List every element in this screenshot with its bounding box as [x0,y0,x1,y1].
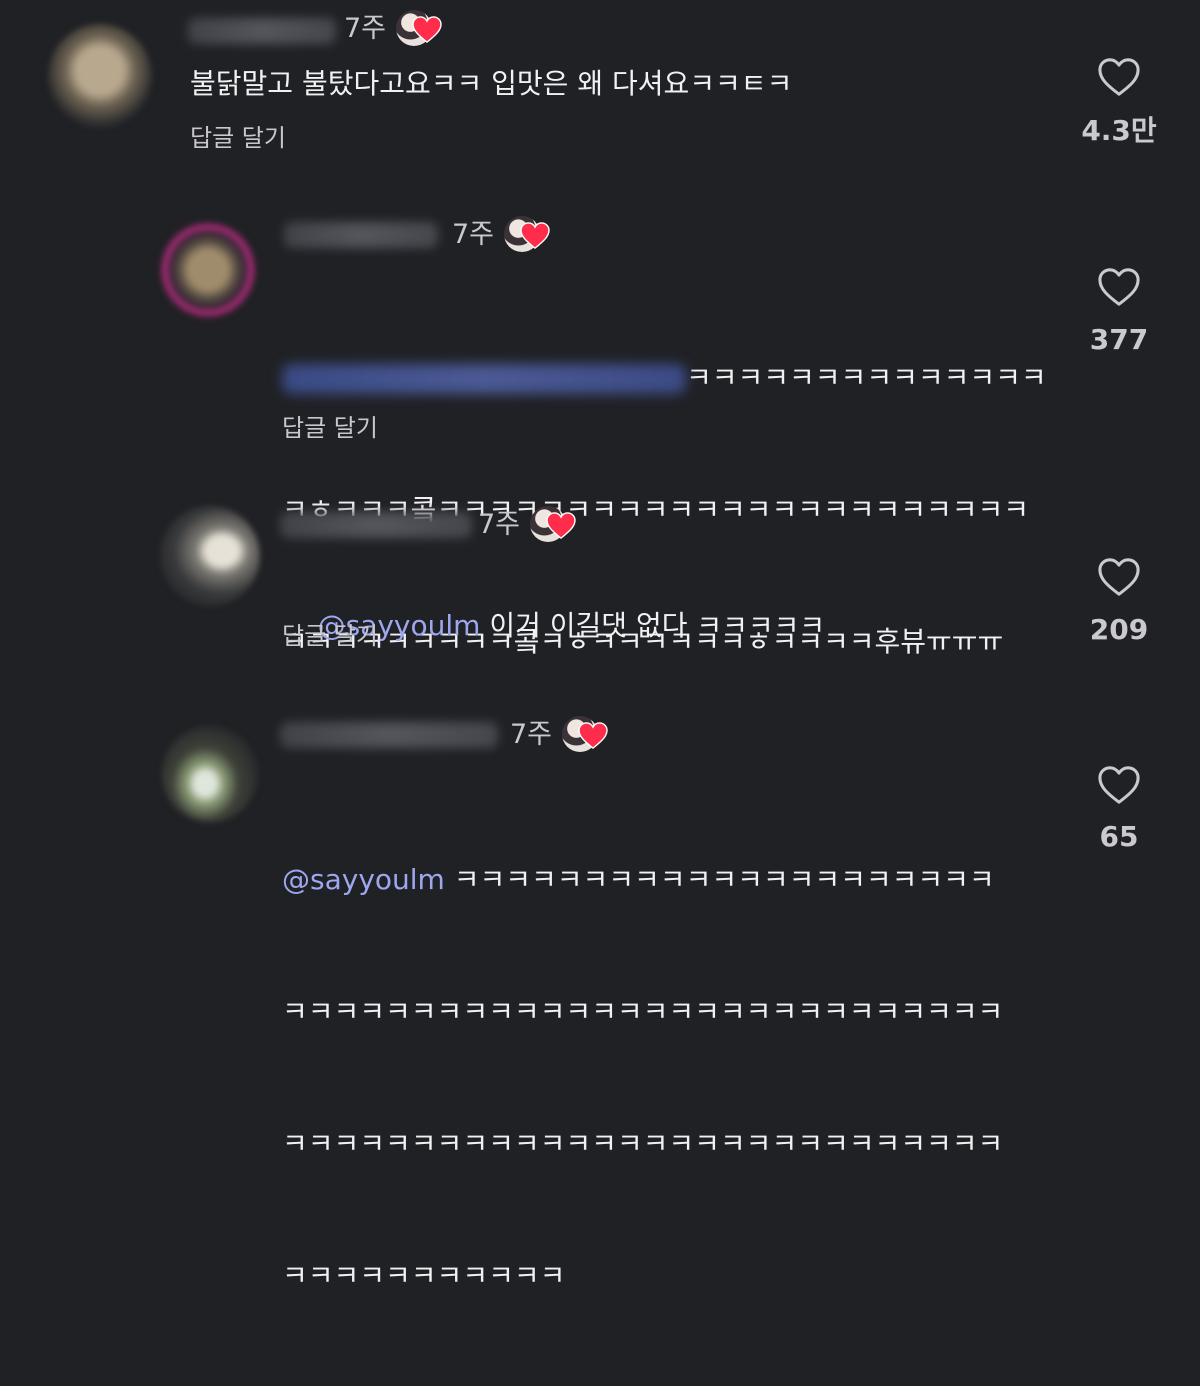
like-count: 4.3만 [1081,114,1157,147]
text-line: ㅋㅋㅋㅋㅋㅋㅋㅋㅋㅋㅋㅋㅋㅋㅋㅋㅋㅋㅋㅋㅋㅋㅋㅋㅋㅋㅋㅋ [282,1127,1004,1160]
avatar[interactable] [162,726,258,822]
text-segment: ㅋㅋㅋㅋㅋㅋㅋㅋㅋㅋㅋㅋㅋㅋ [686,361,1047,394]
text-line: ㅋㅋㅋㅋㅋㅋㅋㅋㅋㅋㅋㅋㅋㅋ [282,356,1047,400]
comment-3: 7주 @sayyoulm 이거 이길댓 없다 ㅋㅋㅋㅋㅋ 답글 달기 209 [0,470,1200,680]
creator-liked-badge [504,216,550,262]
heart-outline-icon[interactable] [1096,56,1142,98]
comment-time: 7주 [510,719,553,750]
comment-time: 7주 [344,13,387,44]
heart-icon [520,222,550,250]
comment-text: 불닭말고 불탔다고요ㅋㅋ 입맛은 왜 다셔요ㅋㅋㅌㅋ [190,67,793,100]
comment-2: 7주 ㅋㅋㅋㅋㅋㅋㅋㅋㅋㅋㅋㅋㅋㅋ ㅋㅎㅋㅋㅋ콬ㅋㅋㅋㅋㅋㅋㅋㅋㅋㅋㅋㅋㅋㅋㅋㅋ… [0,170,1200,658]
avatar[interactable] [160,506,260,606]
username[interactable] [280,722,498,748]
username[interactable] [284,222,438,248]
text-line: ㅋㅋㅋㅋㅋㅋㅋㅋㅋㅋㅋㅋㅋㅋㅋㅋㅋㅋㅋㅋㅋㅋㅋㅋㅋㅋㅋㅋ [282,995,1004,1028]
comment-time: 7주 [478,509,521,540]
heart-icon [412,16,442,44]
creator-liked-badge [396,10,442,56]
heart-icon [546,512,576,540]
text-segment: 이거 이길댓 없다 ㅋㅋㅋㅋㅋ [480,609,826,642]
creator-liked-badge [530,506,576,552]
comment-4: 7주 @sayyoulm ㅋㅋㅋㅋㅋㅋㅋㅋㅋㅋㅋㅋㅋㅋㅋㅋㅋㅋㅋㅋㅋ ㅋㅋㅋㅋㅋ… [0,680,1200,1292]
text-line: ㅋㅋㅋㅋㅋㅋㅋㅋㅋㅋㅋ [282,1259,566,1292]
like-count: 377 [1089,323,1149,356]
like-count: 65 [1099,820,1139,853]
text-line: @sayyoulm ㅋㅋㅋㅋㅋㅋㅋㅋㅋㅋㅋㅋㅋㅋㅋㅋㅋㅋㅋㅋㅋ [282,858,1003,902]
username[interactable] [188,18,336,44]
creator-liked-badge [562,716,608,762]
avatar[interactable] [160,222,256,318]
mention-link[interactable]: @sayyoulm [282,863,445,896]
reply-button[interactable]: 답글 달기 [282,622,378,650]
heart-icon [578,722,608,750]
text-segment: ㅋㅋㅋㅋㅋㅋㅋㅋㅋㅋㅋㅋㅋㅋㅋㅋㅋㅋㅋㅋㅋ [444,863,995,896]
like-count: 209 [1089,613,1149,646]
avatar[interactable] [48,24,152,128]
reply-button[interactable]: 답글 달기 [190,124,286,152]
username[interactable] [280,512,472,538]
heart-outline-icon[interactable] [1096,764,1142,806]
mention-link[interactable] [282,364,686,394]
heart-outline-icon[interactable] [1096,556,1142,598]
comment-time: 7주 [452,219,495,250]
comment-1: 7주 불닭말고 불탔다고요ㅋㅋ 입맛은 왜 다셔요ㅋㅋㅌㅋ 답글 달기 4.3만 [0,0,1200,170]
reply-button[interactable]: 답글 달기 [282,414,378,442]
comment-text: @sayyoulm ㅋㅋㅋㅋㅋㅋㅋㅋㅋㅋㅋㅋㅋㅋㅋㅋㅋㅋㅋㅋㅋ ㅋㅋㅋㅋㅋㅋㅋㅋ… [282,770,1003,1386]
heart-outline-icon[interactable] [1096,266,1142,308]
